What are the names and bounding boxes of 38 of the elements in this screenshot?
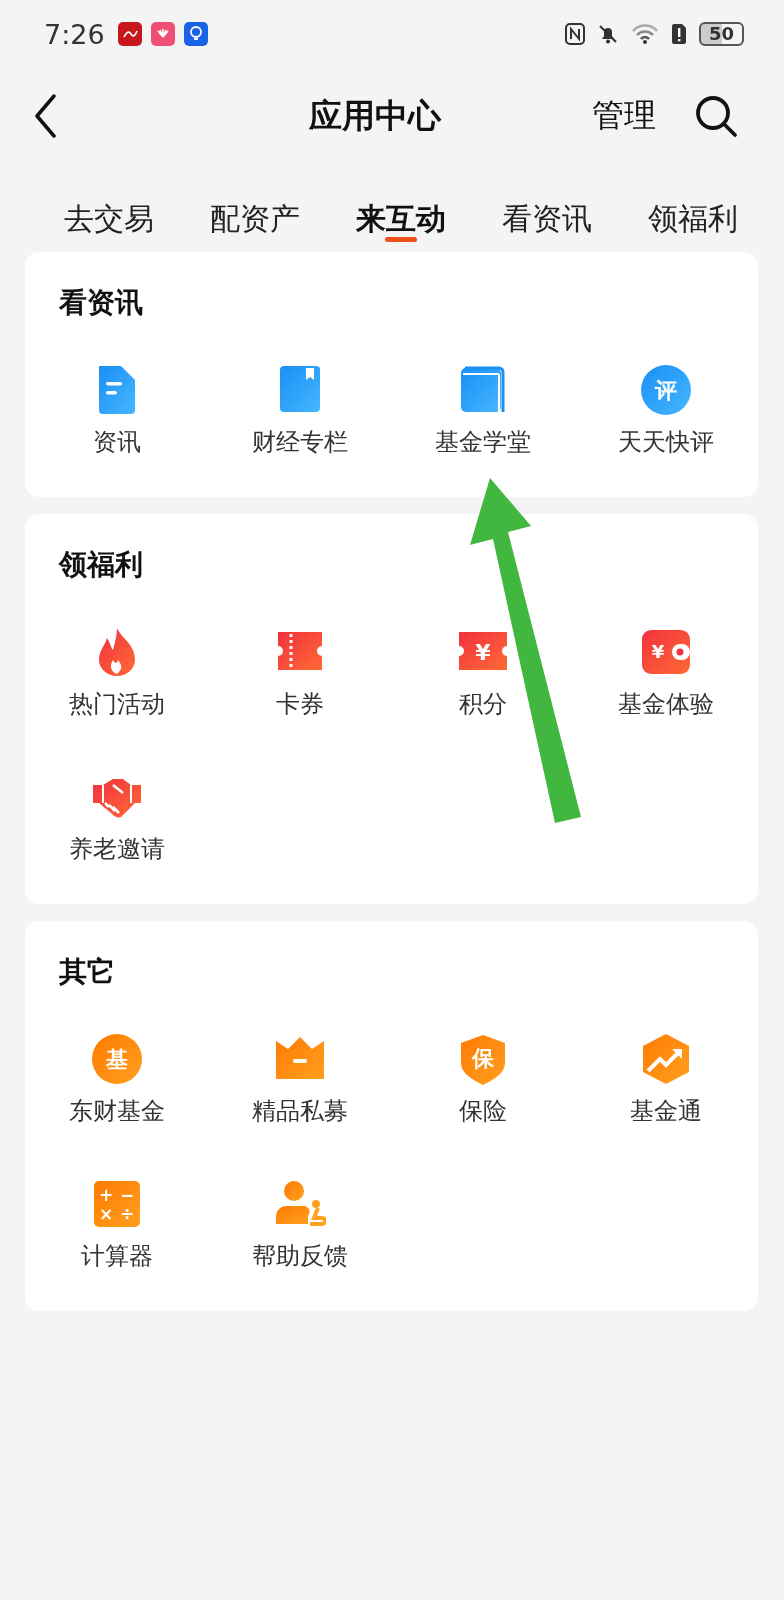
section-title: 领福利 <box>57 548 144 582</box>
app-shortcut[interactable]: 帮助反馈 <box>208 1178 392 1271</box>
app-shortcut[interactable]: 保 保险 <box>391 1033 575 1126</box>
battery-icon: 50 <box>698 22 744 46</box>
app-shortcut[interactable]: 基金通 <box>574 1033 758 1126</box>
app-shortcut[interactable]: 精品私募 <box>208 1033 392 1126</box>
badge-icon: 评 <box>640 364 693 416</box>
app-shortcut[interactable]: + − × ÷ 计算器 <box>25 1178 209 1271</box>
category-tab[interactable]: 领福利 <box>620 164 766 248</box>
category-tab[interactable]: 去交易 <box>36 164 182 248</box>
app-shortcut[interactable]: 基 东财基金 <box>25 1033 209 1126</box>
clock-time: 7:26 <box>44 18 105 50</box>
app-icon <box>117 22 142 46</box>
app-shortcut[interactable]: 基金学堂 <box>391 364 575 457</box>
app-shortcut[interactable]: 财经专栏 <box>208 364 392 457</box>
manage-button[interactable]: 管理 <box>592 94 656 138</box>
search-button[interactable] <box>694 94 738 138</box>
app-shortcut[interactable]: 资讯 <box>25 364 209 457</box>
app-shortcut[interactable]: 热门活动 <box>25 626 209 719</box>
category-tab[interactable]: 来互动 <box>328 164 474 248</box>
category-tab[interactable]: 看资讯 <box>474 164 620 248</box>
page-title: 应用中心 <box>308 94 443 137</box>
app-shortcut[interactable]: ¥ 基金体验 <box>574 626 758 719</box>
wifi-icon <box>630 23 659 45</box>
app-shortcut[interactable]: 评 天天快评 <box>574 364 758 457</box>
bell-muted-icon <box>596 23 619 45</box>
app-icon <box>150 22 175 46</box>
app-shortcut[interactable]: 卡券 <box>208 626 392 719</box>
section-title: 看资讯 <box>58 286 144 320</box>
sim-alert-icon <box>670 23 687 45</box>
badge-icon: 基 <box>90 1033 143 1085</box>
app-shortcut[interactable]: ¥ 积分 <box>391 626 575 719</box>
back-button[interactable] <box>34 94 58 138</box>
category-tab[interactable]: 配资产 <box>182 164 328 248</box>
app-shortcut[interactable]: 养老邀请 <box>25 771 209 864</box>
nfc-icon <box>564 23 585 45</box>
bulb-icon <box>183 22 208 46</box>
section-title: 其它 <box>58 955 116 989</box>
